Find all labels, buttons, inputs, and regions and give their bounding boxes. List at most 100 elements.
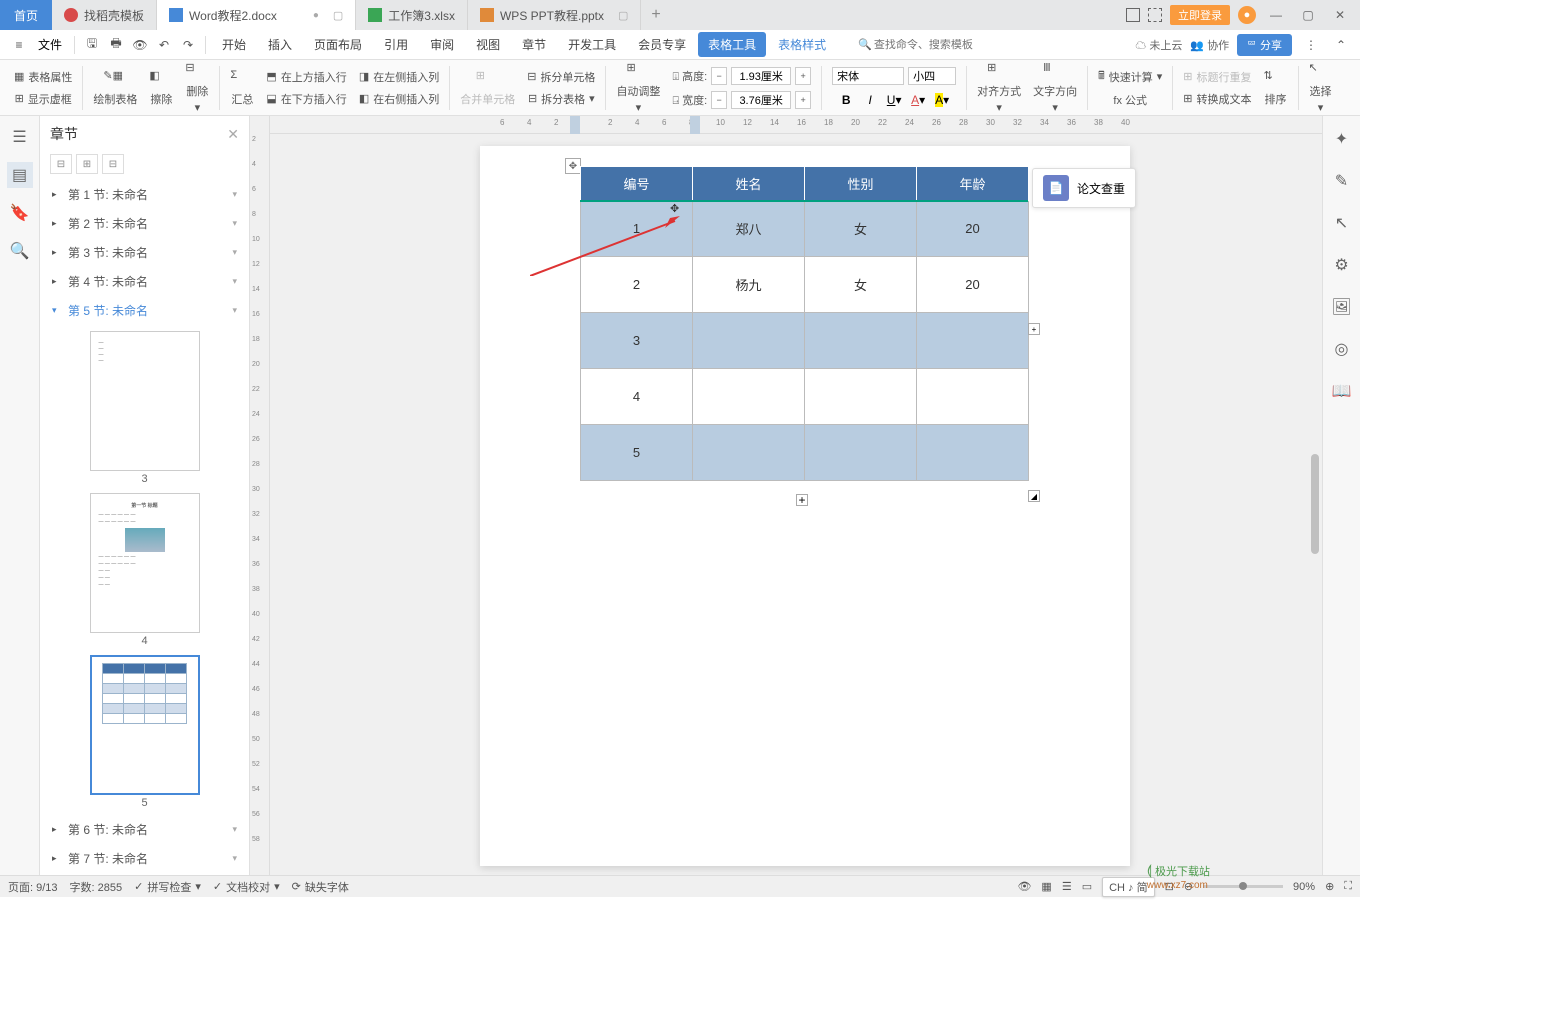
rail-search-icon[interactable]: 🔍 (7, 238, 33, 264)
avatar-icon[interactable]: ● (1238, 6, 1256, 24)
menu-start[interactable]: 开始 (212, 32, 256, 57)
collapse-ribbon-icon[interactable]: ⌃ (1330, 34, 1352, 56)
table-resize-handle[interactable]: ◢ (1028, 490, 1040, 502)
search-input[interactable] (874, 39, 994, 51)
status-content-check[interactable]: ✓ 文档校对 ▾ (213, 879, 280, 895)
table-row[interactable]: 5 (581, 425, 1029, 481)
status-page[interactable]: 页面: 9/13 (8, 879, 58, 895)
split-cell-button[interactable]: ⊟ 拆分单元格 (527, 69, 595, 85)
font-size-select[interactable] (908, 67, 956, 85)
minimize-button[interactable]: — (1264, 3, 1288, 27)
redo-icon[interactable]: ↷ (177, 34, 199, 56)
zoom-slider[interactable] (1203, 885, 1283, 888)
tab-word-doc[interactable]: Word教程2.docx ● ▢ (157, 0, 356, 30)
tab-ppt[interactable]: WPS PPT教程.pptx ▢ (468, 0, 641, 30)
page-thumb-3[interactable]: ———— (90, 331, 200, 471)
share-button[interactable]: ⮹ 分享 (1237, 34, 1292, 56)
split-table-button[interactable]: ⊟ 拆分表格 ▾ (528, 91, 595, 107)
document-area[interactable]: 642246810121416182022242628303234363840 … (270, 116, 1322, 875)
height-input[interactable] (731, 67, 791, 85)
section-item-3[interactable]: ▸第 3 节: 未命名▾ (40, 238, 249, 267)
rail-pen-icon[interactable]: ✎ (1329, 168, 1355, 194)
scroll-thumb[interactable] (1311, 454, 1319, 554)
insert-row-below-button[interactable]: ⬓ 在下方插入行 (266, 91, 346, 107)
more-icon[interactable]: ⋮ (1300, 34, 1322, 56)
table-header-row[interactable]: 编号 姓名 性别 年龄 (581, 167, 1029, 201)
zoom-slider-thumb[interactable] (1239, 882, 1247, 890)
zoom-value[interactable]: 90% (1293, 881, 1315, 893)
table-move-handle[interactable]: ✥ (565, 158, 581, 174)
rail-sections-icon[interactable]: ▤ (7, 162, 33, 188)
menu-sections[interactable]: 章节 (512, 32, 556, 57)
height-inc-button[interactable]: + (795, 67, 811, 85)
close-icon[interactable]: ▢ (618, 9, 628, 22)
rail-target-icon[interactable]: ◎ (1329, 336, 1355, 362)
rail-settings-icon[interactable]: ⚙ (1329, 252, 1355, 278)
menu-references[interactable]: 引用 (374, 32, 418, 57)
rail-book-icon[interactable]: 📖 (1329, 378, 1355, 404)
menu-table-style[interactable]: 表格样式 (768, 32, 836, 57)
th-name[interactable]: 姓名 (693, 167, 805, 201)
erase-button[interactable]: ◧擦除 (143, 67, 179, 109)
col-resize-handle[interactable]: + (1028, 323, 1040, 335)
align-button[interactable]: ⊞对齐方式 ▾ (971, 59, 1027, 116)
draw-table-button[interactable]: ✎▦绘制表格 (87, 67, 143, 109)
maximize-button[interactable]: ▢ (1296, 3, 1320, 27)
eye-icon[interactable]: 👁 (1017, 880, 1031, 893)
font-color-button[interactable]: A ▾ (908, 91, 928, 109)
insert-col-left-button[interactable]: ◨ 在左侧插入列 (359, 69, 439, 85)
section-item-7[interactable]: ▸第 7 节: 未命名▾ (40, 844, 249, 873)
text-direction-button[interactable]: Ⅲ文字方向 ▾ (1027, 59, 1083, 116)
nav-tb-collapse[interactable]: ⊟ (50, 154, 72, 174)
section-item-5[interactable]: ▾第 5 节: 未命名▾ (40, 296, 249, 325)
width-inc-button[interactable]: + (795, 91, 811, 109)
width-dec-button[interactable]: − (711, 91, 727, 109)
delete-button[interactable]: ⊟删除 ▾ (179, 59, 215, 116)
view-mode-print-icon[interactable]: ▦ (1041, 880, 1051, 893)
page-thumb-4[interactable]: 第一节 标题 — — — — — —— — — — — —— — — — — —… (90, 493, 200, 633)
section-item-4[interactable]: ▸第 4 节: 未命名▾ (40, 267, 249, 296)
login-button[interactable]: 立即登录 (1170, 5, 1230, 25)
th-gender[interactable]: 性别 (805, 167, 917, 201)
view-mode-web-icon[interactable]: ▭ (1082, 880, 1092, 893)
calc-button[interactable]: Σ汇总 (224, 67, 260, 109)
status-spell[interactable]: ✓ 拼写检查 ▾ (134, 879, 201, 895)
menu-page-layout[interactable]: 页面布局 (304, 32, 372, 57)
width-input[interactable] (731, 91, 791, 109)
menu-dev-tools[interactable]: 开发工具 (558, 32, 626, 57)
rail-pointer-icon[interactable]: ↖ (1329, 210, 1355, 236)
preview-icon[interactable]: 👁 (129, 34, 151, 56)
formula-button[interactable]: fx 公式 (1113, 92, 1147, 108)
table-row[interactable]: 4 (581, 369, 1029, 425)
bold-button[interactable]: B (836, 91, 856, 109)
menu-hamburger-icon[interactable]: ≡ (8, 34, 30, 56)
tab-daoke[interactable]: 找稻壳模板 (52, 0, 157, 30)
undo-icon[interactable]: ↶ (153, 34, 175, 56)
th-age[interactable]: 年龄 (917, 167, 1029, 201)
status-missing-font[interactable]: ⟳ 缺失字体 (292, 879, 349, 895)
menu-insert[interactable]: 插入 (258, 32, 302, 57)
menu-table-tools[interactable]: 表格工具 (698, 32, 766, 57)
layout-icon[interactable] (1126, 8, 1140, 22)
document-table[interactable]: 编号 姓名 性别 年龄 1郑八女20 2杨九女20 3 4 5 (580, 166, 1029, 481)
menu-review[interactable]: 审阅 (420, 32, 464, 57)
fullscreen-icon[interactable]: ⛶ (1344, 880, 1352, 893)
close-window-button[interactable]: ✕ (1328, 3, 1352, 27)
underline-button[interactable]: U ▾ (884, 91, 904, 109)
insert-col-right-button[interactable]: ◧ 在右侧插入列 (359, 91, 439, 107)
vertical-scrollbar[interactable] (1308, 134, 1322, 875)
font-name-select[interactable] (832, 67, 904, 85)
section-item-2[interactable]: ▸第 2 节: 未命名▾ (40, 209, 249, 238)
rail-bookmark-icon[interactable]: 🔖 (7, 200, 33, 226)
apps-icon[interactable] (1148, 8, 1162, 22)
status-words[interactable]: 字数: 2855 (70, 879, 123, 895)
collab-button[interactable]: 👥 协作 (1190, 37, 1229, 53)
add-tab-button[interactable]: + (641, 6, 670, 24)
th-id[interactable]: 编号 (581, 167, 693, 201)
save-icon[interactable]: 🖫 (81, 34, 103, 56)
sort-button[interactable]: ⇅排序 (1258, 67, 1294, 109)
paper-check-pill[interactable]: 📄 论文查重 (1032, 168, 1136, 208)
select-button[interactable]: ↖选择 ▾ (1303, 59, 1339, 116)
zoom-in-icon[interactable]: ⊕ (1325, 880, 1334, 893)
row-resize-handle[interactable]: + (796, 494, 808, 506)
